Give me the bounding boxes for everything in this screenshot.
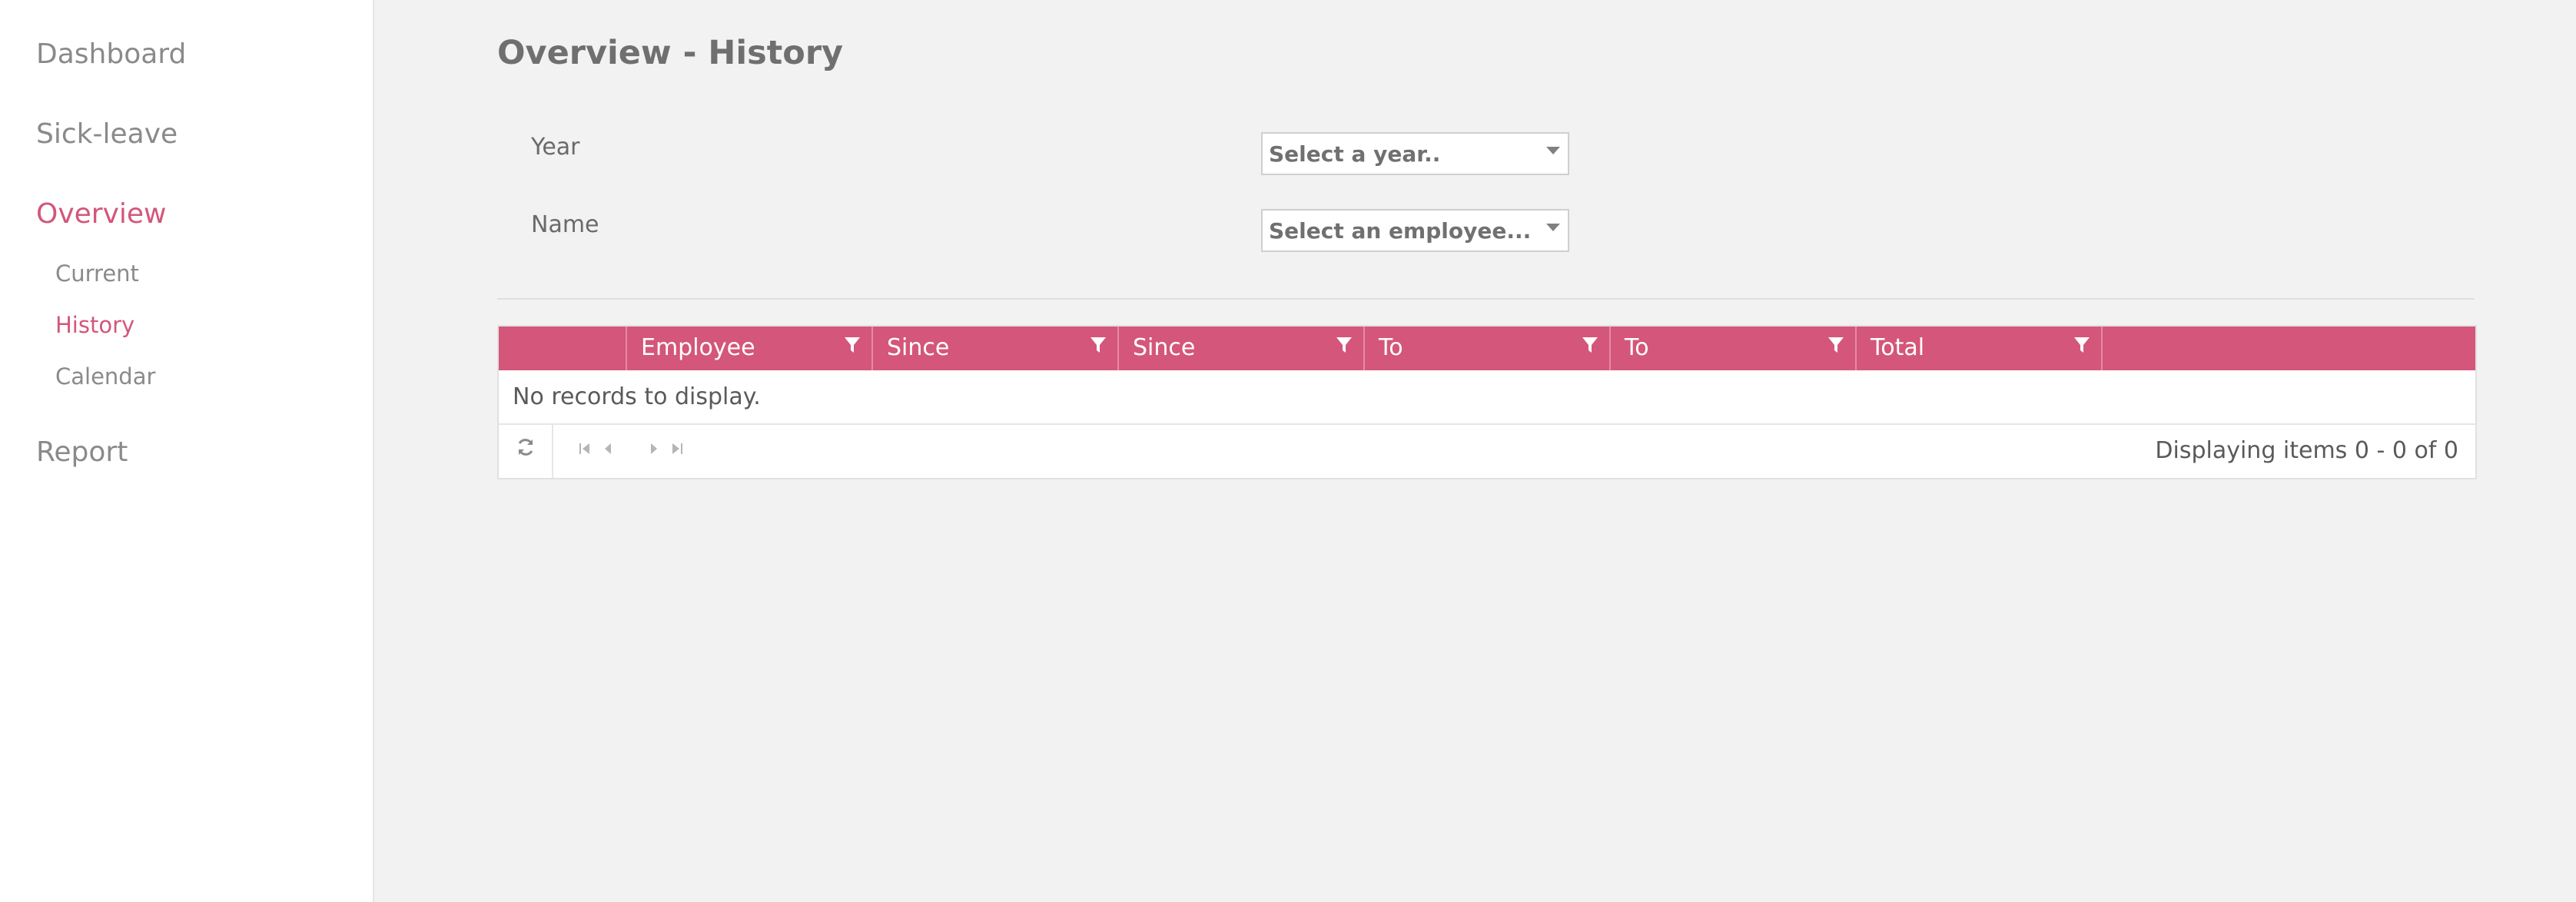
column-header-total[interactable]: Total	[1855, 327, 2101, 370]
column-header-label: To	[1379, 334, 1403, 361]
refresh-icon	[518, 439, 533, 456]
column-header-spacer	[2101, 327, 2475, 370]
name-label: Name	[531, 211, 599, 238]
column-header-to[interactable]: To	[1363, 327, 1609, 370]
empty-message: No records to display.	[513, 383, 761, 410]
page-title: Overview - History	[497, 34, 844, 72]
employee-select[interactable]: Select an employee...	[1261, 209, 1569, 252]
column-header-employee[interactable]: Employee	[626, 327, 871, 370]
chevron-down-icon	[1546, 224, 1560, 231]
column-header-label: Since	[887, 334, 950, 361]
pager: Displaying items 0 - 0 of 0	[499, 423, 2475, 478]
main-content: Overview - History Year Select a year.. …	[374, 0, 2576, 902]
sidebar-item-sick-leave[interactable]: Sick-leave	[36, 118, 178, 150]
history-grid: Employee Since Since To To Total No reco…	[497, 325, 2477, 479]
column-header-label: Total	[1871, 334, 1925, 361]
filter-icon[interactable]	[1336, 336, 1353, 356]
column-header-label: Since	[1133, 334, 1196, 361]
filter-icon[interactable]	[1582, 336, 1598, 356]
column-header-label: To	[1625, 334, 1649, 361]
filter-icon[interactable]	[844, 336, 861, 356]
column-header-since-2[interactable]: Since	[1117, 327, 1363, 370]
sidebar-subitem-history[interactable]: History	[55, 312, 134, 338]
year-select[interactable]: Select a year..	[1261, 132, 1569, 175]
year-label: Year	[531, 134, 580, 161]
sidebar-item-report[interactable]: Report	[36, 436, 128, 468]
refresh-button[interactable]	[499, 425, 553, 478]
next-page-icon[interactable]	[646, 439, 662, 459]
prev-page-icon[interactable]	[599, 439, 616, 459]
first-page-icon[interactable]	[576, 439, 593, 459]
column-header-to-2[interactable]: To	[1609, 327, 1855, 370]
grid-header: Employee Since Since To To Total	[499, 327, 2475, 370]
divider	[497, 298, 2475, 300]
sidebar-item-dashboard[interactable]: Dashboard	[36, 38, 186, 70]
employee-select-value: Select an employee...	[1269, 218, 1532, 244]
sidebar: Dashboard Sick-leave Overview Current Hi…	[0, 0, 374, 902]
column-header-label: Employee	[641, 334, 755, 361]
filter-icon[interactable]	[2073, 336, 2090, 356]
column-header-since[interactable]: Since	[871, 327, 1117, 370]
chevron-down-icon	[1546, 147, 1560, 154]
sidebar-item-overview[interactable]: Overview	[36, 198, 167, 230]
filter-icon[interactable]	[1827, 336, 1844, 356]
last-page-icon[interactable]	[669, 439, 685, 459]
pager-info: Displaying items 0 - 0 of 0	[2155, 437, 2458, 464]
year-select-value: Select a year..	[1269, 141, 1441, 167]
sidebar-subitem-calendar[interactable]: Calendar	[55, 363, 155, 390]
filter-icon[interactable]	[1090, 336, 1107, 356]
sidebar-subitem-current[interactable]: Current	[55, 260, 139, 287]
